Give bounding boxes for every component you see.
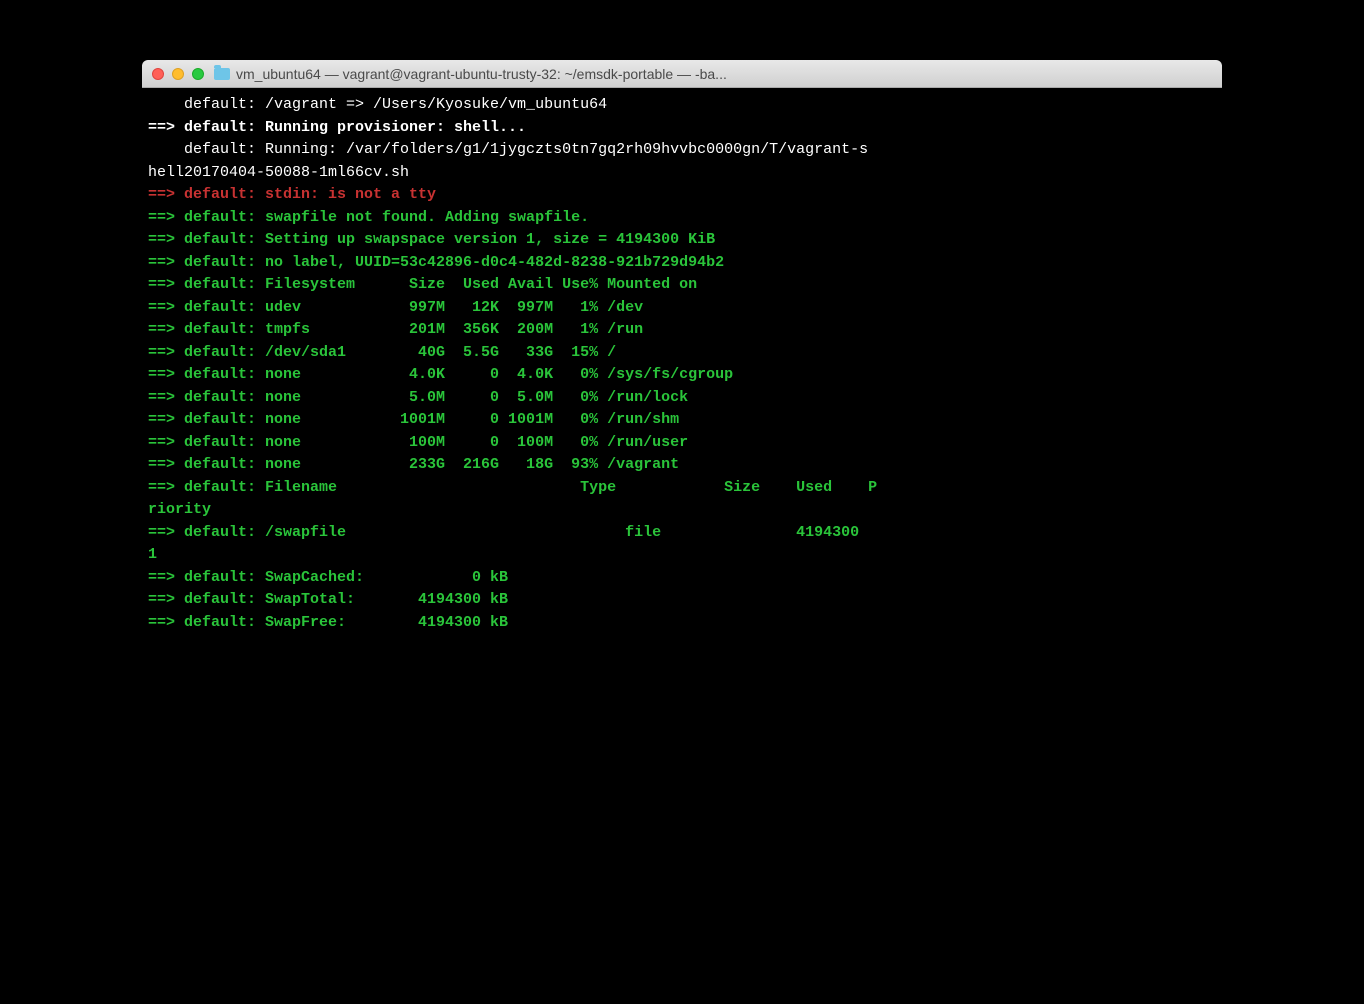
terminal-text-segment: ==> default: none 5.0M 0 5.0M 0% /run/lo… [148, 389, 688, 406]
terminal-line: ==> default: SwapCached: 0 kB [148, 567, 1216, 590]
terminal-text-segment: ==> default: Running provisioner: shell.… [148, 119, 526, 136]
terminal-text-segment: riority [148, 501, 211, 518]
maximize-button[interactable] [192, 68, 204, 80]
terminal-line: ==> default: /dev/sda1 40G 5.5G 33G 15% … [148, 342, 1216, 365]
terminal-text-segment: ==> default: stdin: is not a tty [148, 186, 436, 203]
terminal-window: vm_ubuntu64 — vagrant@vagrant-ubuntu-tru… [142, 60, 1222, 644]
close-button[interactable] [152, 68, 164, 80]
terminal-text-segment: ==> default: none 4.0K 0 4.0K 0% /sys/fs… [148, 366, 733, 383]
terminal-text-segment: ==> default: /dev/sda1 40G 5.5G 33G 15% … [148, 344, 616, 361]
terminal-line: default: /vagrant => /Users/Kyosuke/vm_u… [148, 94, 1216, 117]
terminal-line: 1 [148, 544, 1216, 567]
terminal-line: default: Running: /var/folders/g1/1jygcz… [148, 139, 1216, 162]
terminal-line: ==> default: Setting up swapspace versio… [148, 229, 1216, 252]
terminal-text-segment: hell20170404-50088-1ml66cv.sh [148, 164, 409, 181]
terminal-text-segment: default: /vagrant => /Users/Kyosuke/vm_u… [148, 96, 607, 113]
terminal-line: ==> default: Running provisioner: shell.… [148, 117, 1216, 140]
terminal-text-segment: ==> default: none 100M 0 100M 0% /run/us… [148, 434, 688, 451]
window-controls [152, 68, 204, 80]
terminal-line: ==> default: none 1001M 0 1001M 0% /run/… [148, 409, 1216, 432]
terminal-text-segment: ==> default: none 1001M 0 1001M 0% /run/… [148, 411, 679, 428]
terminal-line: ==> default: tmpfs 201M 356K 200M 1% /ru… [148, 319, 1216, 342]
minimize-button[interactable] [172, 68, 184, 80]
terminal-text-segment: ==> default: SwapFree: 4194300 kB [148, 614, 508, 631]
terminal-line: ==> default: SwapFree: 4194300 kB [148, 612, 1216, 635]
terminal-text-segment: ==> default: no label, UUID=53c42896-d0c… [148, 254, 724, 271]
terminal-line: hell20170404-50088-1ml66cv.sh [148, 162, 1216, 185]
terminal-line: riority [148, 499, 1216, 522]
terminal-text-segment: ==> default: SwapTotal: 4194300 kB [148, 591, 508, 608]
terminal-line: ==> default: udev 997M 12K 997M 1% /dev [148, 297, 1216, 320]
terminal-text-segment: ==> default: SwapCached: 0 kB [148, 569, 508, 586]
terminal-text-segment: 1 [148, 546, 157, 563]
terminal-output[interactable]: default: /vagrant => /Users/Kyosuke/vm_u… [142, 88, 1222, 644]
terminal-text-segment: ==> default: udev 997M 12K 997M 1% /dev [148, 299, 643, 316]
terminal-text-segment: ==> default: tmpfs 201M 356K 200M 1% /ru… [148, 321, 643, 338]
terminal-line: ==> default: none 4.0K 0 4.0K 0% /sys/fs… [148, 364, 1216, 387]
terminal-text-segment: ==> default: Filesystem Size Used Avail … [148, 276, 697, 293]
terminal-text-segment: ==> default: Filename Type Size Used P [148, 479, 877, 496]
terminal-line: ==> default: none 233G 216G 18G 93% /vag… [148, 454, 1216, 477]
terminal-text-segment: ==> default: /swapfile file 4194300 [148, 524, 868, 541]
terminal-line: ==> default: none 5.0M 0 5.0M 0% /run/lo… [148, 387, 1216, 410]
terminal-line: ==> default: SwapTotal: 4194300 kB [148, 589, 1216, 612]
terminal-line: ==> default: Filesystem Size Used Avail … [148, 274, 1216, 297]
terminal-line: ==> default: stdin: is not a tty [148, 184, 1216, 207]
terminal-text-segment: ==> default: swapfile not found. Adding … [148, 209, 589, 226]
title-bar[interactable]: vm_ubuntu64 — vagrant@vagrant-ubuntu-tru… [142, 60, 1222, 88]
terminal-line: ==> default: swapfile not found. Adding … [148, 207, 1216, 230]
terminal-line: ==> default: Filename Type Size Used P [148, 477, 1216, 500]
terminal-text-segment: default: Running: /var/folders/g1/1jygcz… [148, 141, 868, 158]
folder-icon [214, 68, 230, 80]
window-title: vm_ubuntu64 — vagrant@vagrant-ubuntu-tru… [236, 66, 727, 82]
terminal-text-segment: ==> default: none 233G 216G 18G 93% /vag… [148, 456, 679, 473]
terminal-text-segment: ==> default: Setting up swapspace versio… [148, 231, 715, 248]
terminal-line: ==> default: none 100M 0 100M 0% /run/us… [148, 432, 1216, 455]
terminal-line: ==> default: no label, UUID=53c42896-d0c… [148, 252, 1216, 275]
terminal-line: ==> default: /swapfile file 4194300 [148, 522, 1216, 545]
